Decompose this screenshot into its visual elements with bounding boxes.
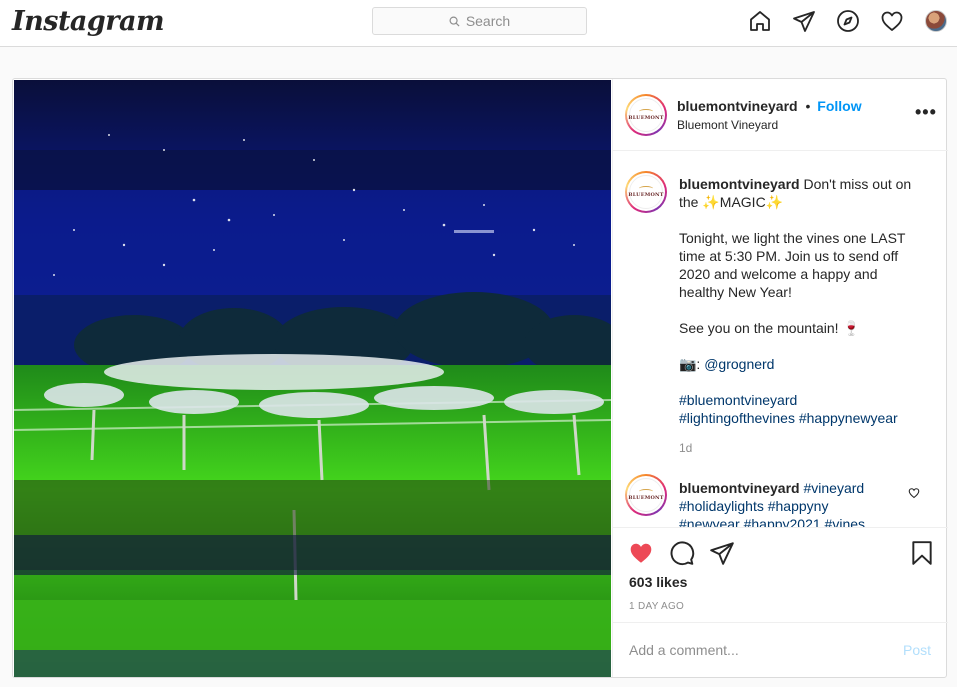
credit-mention-link[interactable]: @grognerd xyxy=(704,356,774,372)
hashtag-link[interactable]: #bluemontvineyard xyxy=(679,392,797,408)
explore-icon[interactable] xyxy=(836,9,860,33)
search-placeholder: Search xyxy=(465,13,511,29)
instagram-logo[interactable]: Instagram xyxy=(12,6,165,37)
post-sidebar: BLUEMONT bluemontvineyard • Follow Bluem… xyxy=(612,79,948,677)
like-heart-icon[interactable] xyxy=(628,540,654,566)
post-comment-button[interactable]: Post xyxy=(903,642,931,658)
comment-like-icon[interactable] xyxy=(908,487,920,499)
caption-text: bluemontvineyard Don't miss out on the ✨… xyxy=(679,176,912,426)
post-card: BLUEMONT bluemontvineyard • Follow Bluem… xyxy=(12,78,948,678)
comment-icon[interactable] xyxy=(669,540,695,566)
share-icon[interactable] xyxy=(709,540,735,566)
add-comment-input[interactable]: Add a comment... xyxy=(629,642,739,658)
dot-separator: • xyxy=(805,98,811,114)
comments-list[interactable]: BLUEMONT bluemontvineyard Don't miss out… xyxy=(613,151,948,527)
location-link[interactable]: Bluemont Vineyard xyxy=(677,118,778,132)
follow-button[interactable]: Follow xyxy=(817,98,861,114)
header-name-row: bluemontvineyard • Follow xyxy=(677,98,862,114)
activity-heart-icon[interactable] xyxy=(880,9,904,33)
comment-text: bluemontvineyard #vineyard #holidaylight… xyxy=(679,480,866,527)
post-timestamp[interactable]: 1 DAY AGO xyxy=(629,601,684,612)
post-header: BLUEMONT bluemontvineyard • Follow Bluem… xyxy=(613,79,948,151)
post-actions: 603 likes 1 DAY AGO Add a comment... Pos… xyxy=(613,527,948,677)
caption-avatar[interactable]: BLUEMONT xyxy=(625,171,667,213)
search-icon xyxy=(449,16,460,27)
profile-avatar[interactable] xyxy=(925,10,947,32)
vineyard-night-photo xyxy=(14,80,611,677)
save-icon[interactable] xyxy=(909,540,935,566)
author-avatar[interactable]: BLUEMONT xyxy=(625,94,667,136)
post-photo[interactable] xyxy=(14,80,611,677)
author-username[interactable]: bluemontvineyard xyxy=(677,98,798,114)
more-options-icon[interactable]: ••• xyxy=(915,103,937,121)
comment-username[interactable]: bluemontvineyard xyxy=(679,480,800,496)
likes-count[interactable]: 603 likes xyxy=(629,574,687,590)
caption-time[interactable]: 1d xyxy=(679,441,692,455)
caption-username[interactable]: bluemontvineyard xyxy=(679,176,800,192)
search-input[interactable]: Search xyxy=(372,7,587,35)
top-navigation: Instagram Search xyxy=(0,0,957,47)
comment-avatar[interactable]: BLUEMONT xyxy=(625,474,667,516)
hashtag-link[interactable]: #lightingofthevines #happynewyear xyxy=(679,410,898,426)
direct-icon[interactable] xyxy=(792,9,816,33)
home-icon[interactable] xyxy=(748,9,772,33)
add-comment-bar: Add a comment... Post xyxy=(613,622,948,678)
